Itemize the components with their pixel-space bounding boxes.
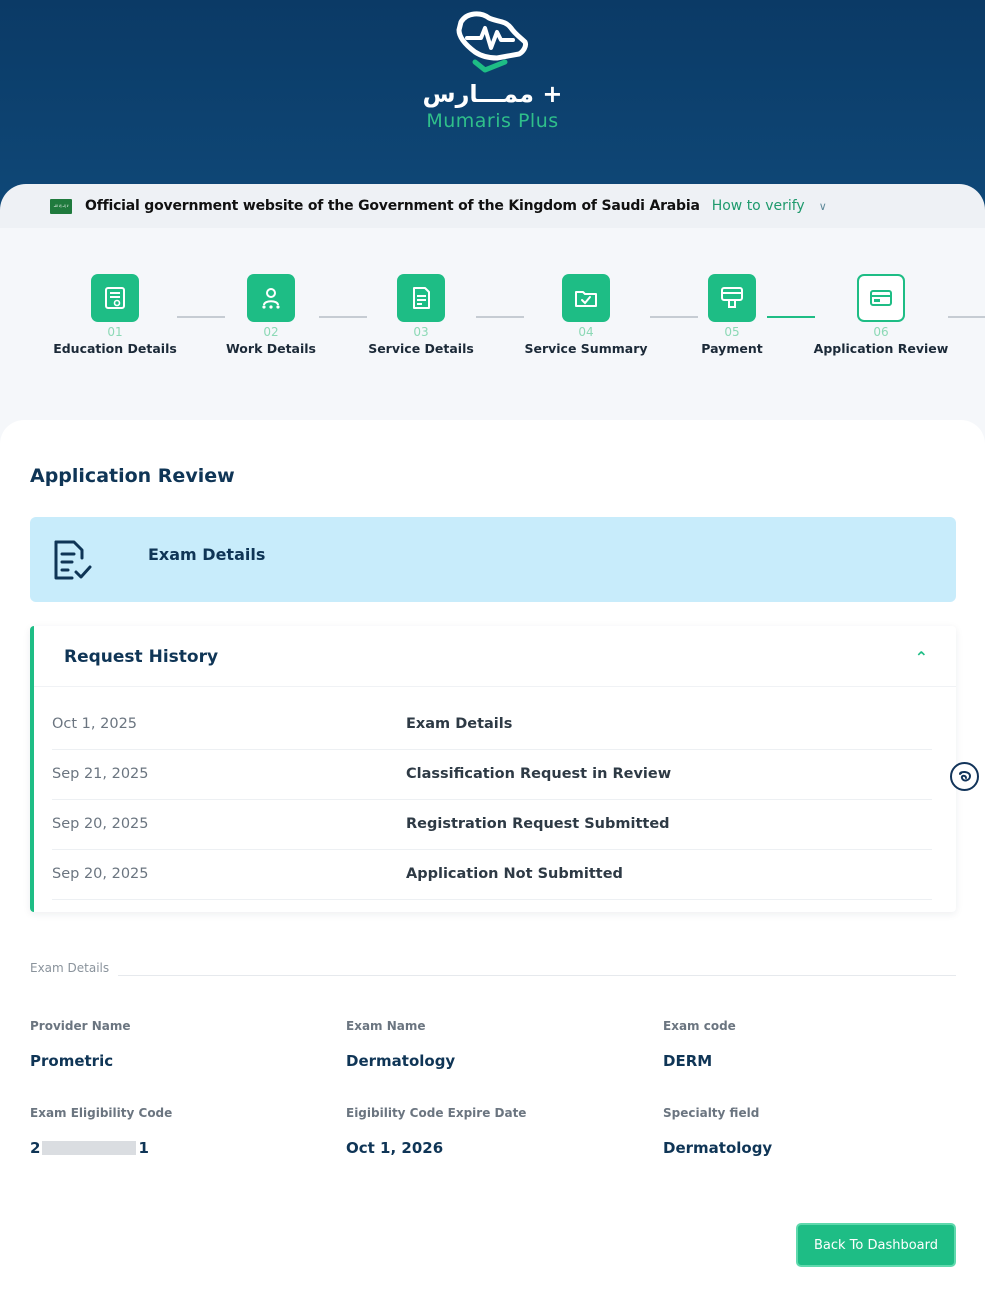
accessibility-icon[interactable]	[950, 762, 979, 791]
how-to-verify-label: How to verify	[711, 198, 805, 214]
logo-english-text: Mumaris Plus	[426, 110, 559, 132]
exam-details-section-label: Exam Details	[30, 961, 110, 975]
divider	[34, 686, 956, 687]
exam-details-banner[interactable]: Exam Details	[30, 517, 956, 602]
flag-inscription: لا إله إلا الله	[53, 204, 69, 208]
chevron-down-icon: ∨	[818, 199, 827, 213]
exam-details-banner-label: Exam Details	[148, 545, 266, 564]
history-description: Application Not Submitted	[406, 866, 623, 882]
clipboard-check-icon	[48, 536, 94, 588]
step-label: Service Summary	[524, 341, 648, 356]
history-date: Sep 20, 2025	[52, 866, 149, 882]
gov-official-bar: لا إله إلا الله Official government webs…	[0, 184, 985, 228]
back-to-dashboard-button[interactable]: Back To Dashboard	[796, 1223, 956, 1267]
redacted-block	[42, 1141, 137, 1155]
how-to-verify-link[interactable]: How to verify ∨	[712, 198, 827, 214]
card-icon	[857, 274, 905, 322]
mumaris-logo[interactable]: ممـــارس + Mumaris Plus	[0, 8, 985, 132]
map-heartbeat-logo-icon	[456, 11, 528, 73]
step-number: 05	[724, 325, 740, 339]
exam-name-value: Dermatology	[346, 1052, 456, 1070]
step-label: Application Review	[813, 341, 949, 356]
eligibility-code-suffix: 1	[138, 1139, 149, 1157]
expire-date-value: Oct 1, 2026	[346, 1139, 444, 1157]
provider-name-value: Prometric	[30, 1052, 114, 1070]
request-history-panel: Request History ⌃ Oct 1, 2025 Exam Detai…	[30, 626, 956, 912]
history-date: Sep 21, 2025	[52, 766, 149, 782]
provider-name-label: Provider Name	[30, 1019, 131, 1033]
history-row: Sep 20, 2025 Application Not Submitted	[52, 850, 932, 900]
step-label: Education Details	[53, 341, 177, 356]
eligibility-code-prefix: 2	[30, 1139, 41, 1157]
exam-name-label: Exam Name	[346, 1019, 426, 1033]
request-history-title: Request History	[64, 647, 219, 667]
step-number: 06	[873, 325, 889, 339]
step-label: Payment	[701, 341, 763, 356]
history-row: Sep 20, 2025 Registration Request Submit…	[52, 800, 932, 850]
history-row: Sep 21, 2025 Classification Request in R…	[52, 750, 932, 800]
step-education-details[interactable]: 01 Education Details	[35, 274, 195, 356]
team-icon	[247, 274, 295, 322]
document-icon	[397, 274, 445, 322]
step-label: Service Details	[368, 341, 474, 356]
history-date: Oct 1, 2025	[52, 716, 138, 732]
specialty-field-value: Dermatology	[663, 1139, 773, 1157]
certificate-icon	[91, 274, 139, 322]
history-description: Exam Details	[406, 716, 513, 732]
step-number: 03	[413, 325, 429, 339]
history-row: Oct 1, 2025 Exam Details	[52, 700, 932, 750]
step-service-details[interactable]: 03 Service Details	[341, 274, 501, 356]
step-application-review[interactable]: 06 Application Review	[801, 274, 961, 356]
specialty-field-label: Specialty field	[663, 1106, 760, 1120]
step-work-details[interactable]: 02 Work Details	[191, 274, 351, 356]
chevron-up-icon[interactable]: ⌃	[915, 648, 928, 667]
divider	[118, 975, 956, 976]
step-label: Work Details	[225, 341, 317, 356]
page-title: Application Review	[30, 465, 235, 487]
step-number: 04	[578, 325, 594, 339]
saudi-flag-icon: لا إله إلا الله	[50, 198, 72, 214]
step-number: 01	[107, 325, 123, 339]
eligibility-code-label: Exam Eligibility Code	[30, 1106, 173, 1120]
history-date: Sep 20, 2025	[52, 816, 149, 832]
step-payment[interactable]: 05 Payment	[652, 274, 812, 356]
gov-official-text: Official government website of the Gover…	[85, 198, 700, 214]
step-service-summary[interactable]: 04 Service Summary	[506, 274, 666, 356]
eligibility-code-value: 21	[30, 1139, 149, 1157]
expire-date-label: Eigibility Code Expire Date	[346, 1106, 527, 1120]
exam-code-label: Exam code	[663, 1019, 736, 1033]
step-number: 02	[263, 325, 279, 339]
payment-icon	[708, 274, 756, 322]
history-description: Registration Request Submitted	[406, 816, 670, 832]
exam-code-value: DERM	[663, 1052, 713, 1070]
logo-arabic-text: ممـــارس +	[422, 80, 563, 108]
folder-check-icon	[562, 274, 610, 322]
history-description: Classification Request in Review	[406, 766, 672, 782]
